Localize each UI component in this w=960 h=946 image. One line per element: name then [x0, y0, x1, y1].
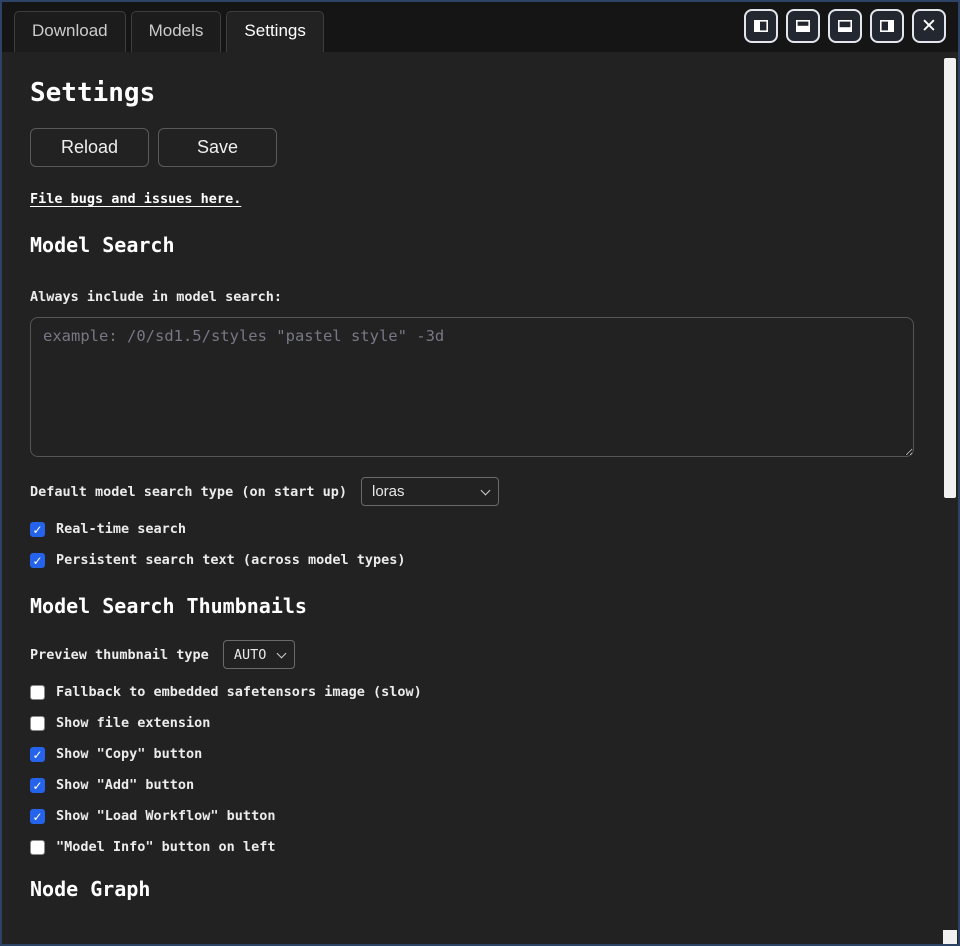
checkbox-label: "Model Info" button on left — [56, 839, 275, 855]
save-button[interactable]: Save — [158, 128, 277, 167]
settings-panel: Settings Reload Save File bugs and issue… — [2, 52, 958, 944]
preview-thumbnail-type-label: Preview thumbnail type — [30, 647, 209, 663]
show-load-workflow-checkbox[interactable]: Show "Load Workflow" button — [30, 808, 275, 824]
scrollbar-corner — [943, 930, 957, 944]
section-heading-node-graph: Node Graph — [30, 877, 914, 901]
section-heading-thumbnails: Model Search Thumbnails — [30, 594, 914, 618]
window-controls: ✕ — [744, 9, 958, 52]
checkbox-icon — [30, 778, 45, 793]
tab-settings[interactable]: Settings — [226, 11, 323, 52]
action-buttons: Reload Save — [30, 128, 914, 167]
checkbox-label: Persistent search text (across model typ… — [56, 552, 406, 568]
dock-left-icon — [753, 18, 769, 34]
show-copy-button-checkbox[interactable]: Show "Copy" button — [30, 746, 202, 762]
dock-bottom-icon — [795, 18, 811, 34]
close-button[interactable]: ✕ — [912, 9, 946, 43]
section-heading-model-search: Model Search — [30, 233, 914, 257]
dock-right-icon — [879, 18, 895, 34]
checkbox-icon — [30, 809, 45, 824]
checkbox-icon — [30, 522, 45, 537]
dock-bottom-bar-button[interactable] — [828, 9, 862, 43]
default-search-type-select[interactable]: loras — [361, 477, 499, 506]
persistent-search-text-checkbox[interactable]: Persistent search text (across model typ… — [30, 552, 406, 568]
reload-button[interactable]: Reload — [30, 128, 149, 167]
show-add-button-checkbox[interactable]: Show "Add" button — [30, 777, 194, 793]
checkbox-label: Show "Copy" button — [56, 746, 202, 762]
realtime-search-checkbox[interactable]: Real-time search — [30, 521, 186, 537]
preview-thumbnail-type-row: Preview thumbnail type AUTO — [30, 640, 914, 669]
checkbox-icon — [30, 747, 45, 762]
close-icon: ✕ — [921, 17, 937, 36]
tab-download[interactable]: Download — [14, 11, 126, 52]
checkbox-icon — [30, 716, 45, 731]
preview-thumbnail-type-select-wrap: AUTO — [223, 640, 295, 669]
dock-bottom-button[interactable] — [786, 9, 820, 43]
checkbox-label: Real-time search — [56, 521, 186, 537]
fallback-safetensors-checkbox[interactable]: Fallback to embedded safetensors image (… — [30, 684, 422, 700]
checkbox-label: Show "Add" button — [56, 777, 194, 793]
dock-left-button[interactable] — [744, 9, 778, 43]
model-info-left-checkbox[interactable]: "Model Info" button on left — [30, 839, 275, 855]
default-search-type-select-wrap: loras — [361, 477, 499, 506]
always-include-textarea[interactable] — [30, 317, 914, 457]
file-bugs-link[interactable]: File bugs and issues here. — [30, 191, 241, 207]
dock-bottom-bar-icon — [837, 18, 853, 34]
topbar: Download Models Settings — [2, 2, 958, 52]
default-search-type-label: Default model search type (on start up) — [30, 484, 347, 500]
tab-bar: Download Models Settings — [2, 11, 324, 52]
checkbox-icon — [30, 685, 45, 700]
always-include-label: Always include in model search: — [30, 289, 914, 305]
vertical-scrollbar[interactable] — [942, 52, 958, 944]
tab-models[interactable]: Models — [131, 11, 222, 52]
checkbox-label: Fallback to embedded safetensors image (… — [56, 684, 422, 700]
checkbox-icon — [30, 553, 45, 568]
default-search-type-row: Default model search type (on start up) … — [30, 477, 914, 506]
scrollbar-thumb[interactable] — [944, 58, 956, 498]
show-file-extension-checkbox[interactable]: Show file extension — [30, 715, 210, 731]
dock-right-button[interactable] — [870, 9, 904, 43]
checkbox-label: Show file extension — [56, 715, 210, 731]
checkbox-icon — [30, 840, 45, 855]
page-title: Settings — [30, 78, 914, 108]
checkbox-label: Show "Load Workflow" button — [56, 808, 275, 824]
preview-thumbnail-type-select[interactable]: AUTO — [223, 640, 295, 669]
model-manager-window: Download Models Settings — [0, 0, 960, 946]
